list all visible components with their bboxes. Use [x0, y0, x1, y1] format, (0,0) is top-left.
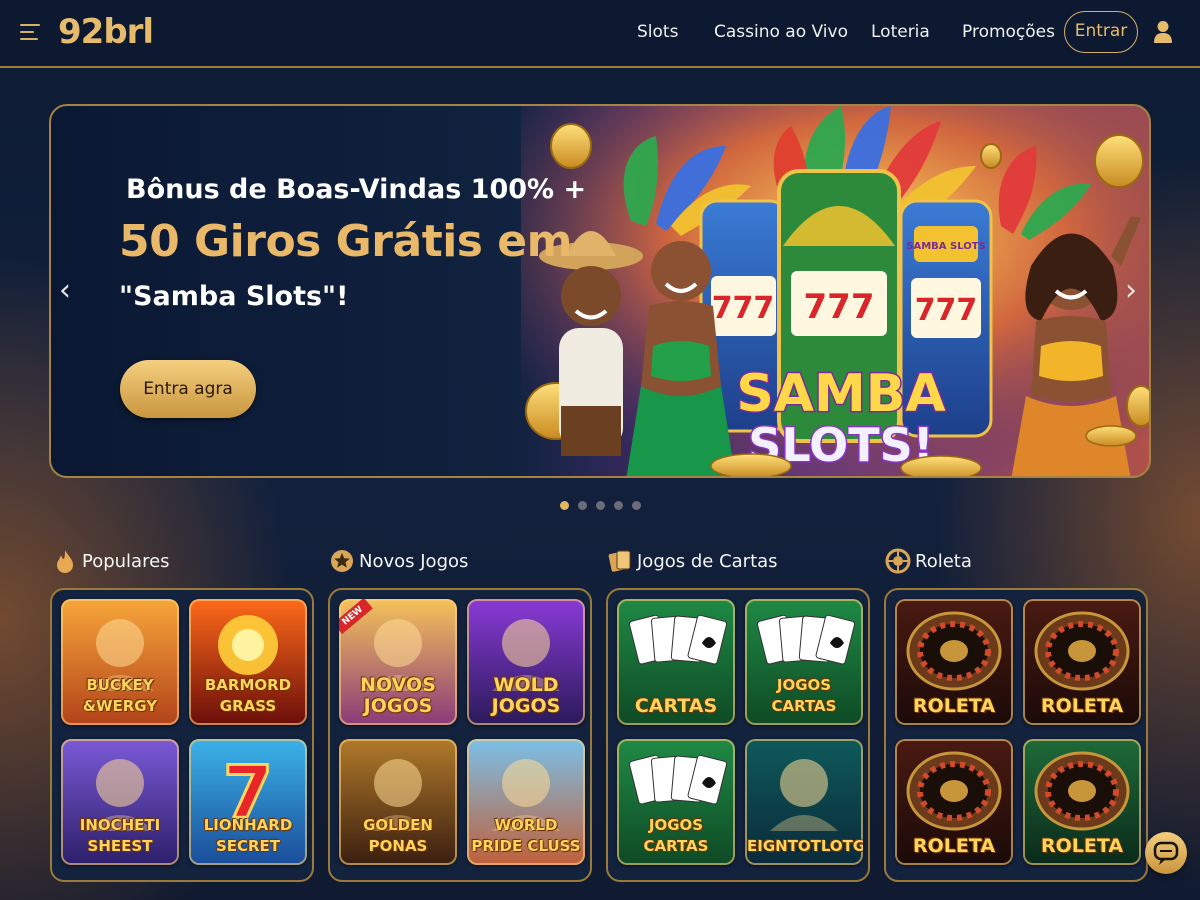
game-tile[interactable]: 7 LIONHARD SECRET	[189, 739, 307, 865]
game-tile[interactable]: ROLETA	[895, 739, 1013, 865]
game-title: BUCKEY &WERGY	[82, 676, 158, 715]
game-title: ROLETA	[1040, 695, 1124, 717]
game-title: CARTAS	[634, 695, 718, 717]
game-title: JOGOS CARTAS	[771, 676, 837, 715]
games-panel-new-games: NEW NOVOS JOGOS WOLD JOGOS GOLDEN PONAS WORL…	[328, 588, 592, 882]
svg-text:777: 777	[804, 287, 875, 327]
game-title: WORLD PRIDE CLUSS	[471, 816, 581, 855]
user-icon[interactable]	[1153, 20, 1173, 44]
samba-slots-artwork: 777 777 SAMBA SLOTS 777 SAMBA SLOTS!	[521, 106, 1149, 476]
banner-headline-line2: 50 Giros Grátis em	[119, 216, 573, 267]
menu-icon[interactable]	[20, 22, 42, 44]
game-title: ROLETA	[912, 835, 996, 857]
game-tile[interactable]: WORLD PRIDE CLUSS	[467, 739, 585, 865]
carousel-dot-1[interactable]	[560, 501, 569, 510]
game-tile[interactable]: JOGOS CARTAS	[745, 599, 863, 725]
game-title: WOLD JOGOS	[491, 674, 561, 717]
game-title: ROLETA	[912, 695, 996, 717]
star-badge-icon	[331, 550, 353, 572]
game-title: NOVOS JOGOS	[360, 674, 436, 717]
nav-promotions[interactable]: Promoções	[962, 22, 1055, 42]
site-logo[interactable]: 92brl	[58, 12, 154, 52]
game-tile[interactable]: ROLETA	[1023, 599, 1141, 725]
banner-prev-arrow-icon[interactable]: ‹	[59, 276, 71, 306]
game-title: INOCHETI SHEEST	[79, 816, 161, 855]
cards-icon	[608, 550, 631, 572]
carousel-dot-3[interactable]	[596, 501, 605, 510]
nav-lottery[interactable]: Loteria	[871, 22, 930, 42]
nav-live-casino[interactable]: Cassino ao Vivo	[714, 22, 848, 42]
svg-text:SAMBA SLOTS: SAMBA SLOTS	[906, 241, 985, 252]
chat-bubble-icon	[1153, 841, 1179, 865]
svg-text:777: 777	[915, 293, 978, 328]
game-tile[interactable]: NEW NOVOS JOGOS	[339, 599, 457, 725]
chat-support-button[interactable]	[1145, 832, 1187, 874]
svg-text:SAMBA: SAMBA	[736, 364, 945, 424]
game-title: LIONHARD SECRET	[203, 816, 293, 855]
carousel-dot-2[interactable]	[578, 501, 587, 510]
games-panel-roulette: ROLETA ROLETA ROLETA ROLETA	[884, 588, 1148, 882]
game-tile[interactable]: INOCHETI SHEEST	[61, 739, 179, 865]
login-button[interactable]: Entrar	[1064, 11, 1138, 53]
banner-cta-button[interactable]: Entra agra	[120, 360, 256, 418]
banner-next-arrow-icon[interactable]: ›	[1125, 276, 1137, 306]
game-tile[interactable]: WOLD JOGOS	[467, 599, 585, 725]
game-tile[interactable]: CARTAS	[617, 599, 735, 725]
game-tile[interactable]: ROLETA	[1023, 739, 1141, 865]
nav-slots[interactable]: Slots	[637, 22, 678, 42]
games-panel-popular: BUCKEY &WERGY BARMORD GRASS INOCHETI SHEES…	[50, 588, 314, 882]
banner-headline-line1: Bônus de Boas-Vindas 100% +	[126, 174, 587, 205]
game-tile[interactable]: ROLETA	[895, 599, 1013, 725]
carousel-dot-4[interactable]	[614, 501, 623, 510]
games-panel-card-games: CARTAS JOGOS CARTAS JOGOS CARTAS EIGNTOTLOT…	[606, 588, 870, 882]
game-tile[interactable]: EIGNTOTLOTG	[745, 739, 863, 865]
game-title: GOLDEN PONAS	[363, 816, 433, 855]
game-title: ROLETA	[1040, 835, 1124, 857]
game-title: BARMORD GRASS	[204, 676, 292, 715]
top-header: 92brl Slots Cassino ao Vivo Loteria Prom…	[0, 0, 1200, 68]
game-tile[interactable]: BUCKEY &WERGY	[61, 599, 179, 725]
promo-banner[interactable]: 777 777 SAMBA SLOTS 777 SAMBA SLOTS! Bôn…	[49, 104, 1151, 478]
svg-text:777: 777	[712, 291, 775, 326]
game-tile[interactable]: GOLDEN PONAS	[339, 739, 457, 865]
carousel-dot-5[interactable]	[632, 501, 641, 510]
game-tile[interactable]: BARMORD GRASS	[189, 599, 307, 725]
game-tile[interactable]: JOGOS CARTAS	[617, 739, 735, 865]
banner-headline-line3: "Samba Slots"!	[119, 281, 349, 312]
game-title: JOGOS CARTAS	[643, 816, 709, 855]
flame-icon	[57, 550, 73, 573]
game-title: EIGNTOTLOTG	[747, 837, 863, 855]
roulette-icon	[885, 548, 911, 574]
